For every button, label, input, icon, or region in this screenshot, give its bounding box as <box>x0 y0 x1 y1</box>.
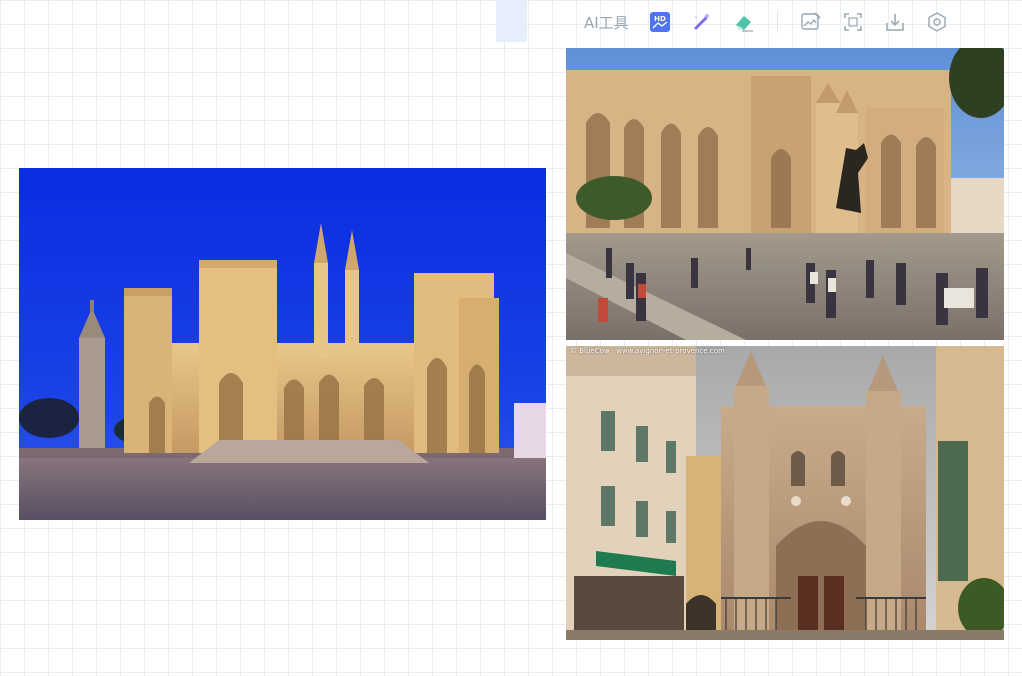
settings-button[interactable] <box>922 7 952 37</box>
hd-enhance-button[interactable]: HD <box>645 7 675 37</box>
crop-button[interactable] <box>838 7 868 37</box>
ai-tools-label: AI工具 <box>584 13 629 32</box>
saint-pierre-church-photo[interactable]: © BlueCow · www.avignon-et-provence.com <box>566 346 1004 640</box>
settings-icon <box>927 12 946 32</box>
eraser-button[interactable] <box>729 7 759 37</box>
eraser-icon <box>735 16 753 32</box>
toolbar-divider <box>776 11 778 33</box>
download-icon <box>885 14 904 31</box>
svg-text:HD: HD <box>654 15 666 23</box>
hd-icon: HD <box>649 12 670 32</box>
palais-night-image <box>19 168 546 520</box>
crop-icon <box>843 13 862 31</box>
canvas-marker <box>496 0 527 42</box>
image-toolbar: AI工具 HD <box>580 4 952 40</box>
image-edit-icon <box>800 12 821 30</box>
magic-wand-icon <box>694 13 710 30</box>
church-image <box>566 346 1004 640</box>
palais-des-papes-night-photo[interactable] <box>19 168 546 520</box>
photo-watermark: © BlueCow · www.avignon-et-provence.com <box>570 347 725 355</box>
download-button[interactable] <box>880 7 910 37</box>
palais-des-papes-square-photo[interactable] <box>566 48 1004 340</box>
image-edit-button[interactable] <box>796 7 826 37</box>
ai-tools-button[interactable]: AI工具 <box>580 12 633 33</box>
magic-wand-button[interactable] <box>687 7 717 37</box>
palais-day-image <box>566 48 1004 340</box>
